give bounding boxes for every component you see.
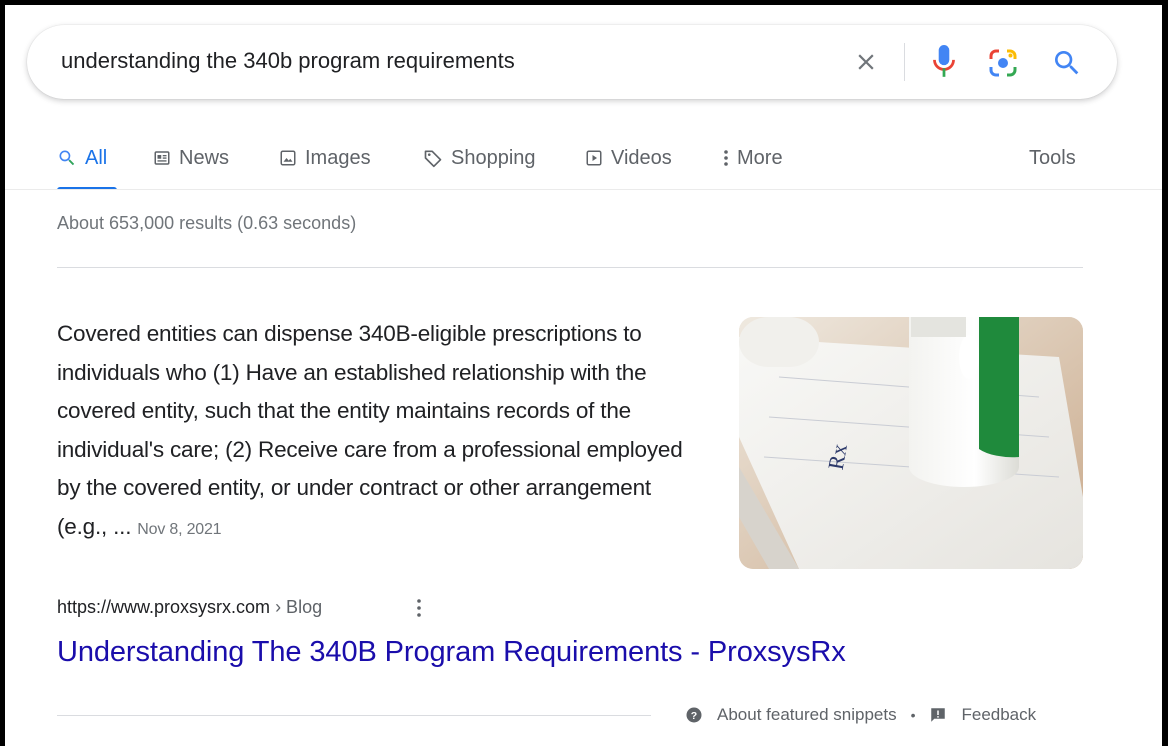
tabs-divider: [5, 189, 1162, 190]
news-icon: [154, 151, 170, 165]
footer-separator: •: [910, 707, 916, 723]
about-featured-snippets-label: About featured snippets: [717, 705, 897, 724]
microphone-icon[interactable]: [931, 44, 957, 80]
featured-snippet-text: Covered entities can dispense 340B-eligi…: [57, 315, 697, 550]
tools-button[interactable]: Tools: [1029, 143, 1076, 173]
tag-icon: [424, 150, 442, 168]
snippet-date: Nov 8, 2021: [137, 520, 222, 538]
snippet-footer: ? About featured snippets • Feedback: [685, 705, 1036, 725]
tab-more[interactable]: More: [723, 143, 783, 173]
browser-page: understanding the 340b program requireme…: [5, 5, 1162, 746]
snippet-body: Covered entities can dispense 340B-eligi…: [57, 321, 683, 539]
tab-label: All: [85, 146, 108, 169]
help-icon: ?: [686, 707, 702, 723]
clear-icon[interactable]: [853, 49, 879, 75]
tab-news[interactable]: News: [153, 143, 229, 173]
rx-mark: Rx: [823, 442, 852, 472]
featured-snippet-image[interactable]: Rx: [739, 317, 1083, 569]
feedback-icon: [931, 708, 946, 722]
tab-label: Shopping: [451, 146, 536, 169]
tab-shopping[interactable]: Shopping: [423, 143, 536, 173]
prescription-photo: Rx: [739, 317, 1083, 569]
play-icon: [586, 150, 602, 166]
camera-lens-icon[interactable]: [987, 47, 1019, 79]
tab-label: Videos: [611, 146, 672, 169]
feedback-label: Feedback: [961, 705, 1037, 724]
tab-label: News: [179, 146, 230, 169]
tab-images[interactable]: Images: [279, 143, 371, 173]
more-vertical-icon: [724, 150, 728, 166]
tab-all[interactable]: All: [57, 143, 107, 173]
result-title-link[interactable]: Understanding The 340B Program Requireme…: [57, 636, 846, 669]
search-bar-divider: [904, 43, 905, 81]
feedback-link[interactable]: Feedback: [929, 705, 1036, 725]
result-domain: https://www.proxsysrx.com: [57, 597, 271, 617]
tab-videos[interactable]: Videos: [585, 143, 672, 173]
image-icon: [280, 150, 296, 166]
search-icon[interactable]: [1051, 47, 1083, 79]
search-icon: [59, 150, 75, 166]
search-input[interactable]: understanding the 340b program requireme…: [61, 48, 515, 74]
tab-label: Images: [305, 146, 371, 169]
more-vertical-icon[interactable]: [413, 597, 425, 619]
result-stats: About 653,000 results (0.63 seconds): [57, 213, 357, 233]
tab-label: More: [737, 146, 783, 169]
divider: [57, 267, 1083, 268]
about-featured-snippets-link[interactable]: ? About featured snippets: [685, 705, 897, 725]
result-url[interactable]: https://www.proxsysrx.com › Blog: [57, 597, 322, 618]
result-breadcrumb: › Blog: [275, 597, 323, 617]
svg-text:?: ?: [691, 710, 697, 722]
divider: [57, 715, 651, 716]
search-bar[interactable]: understanding the 340b program requireme…: [27, 25, 1117, 99]
